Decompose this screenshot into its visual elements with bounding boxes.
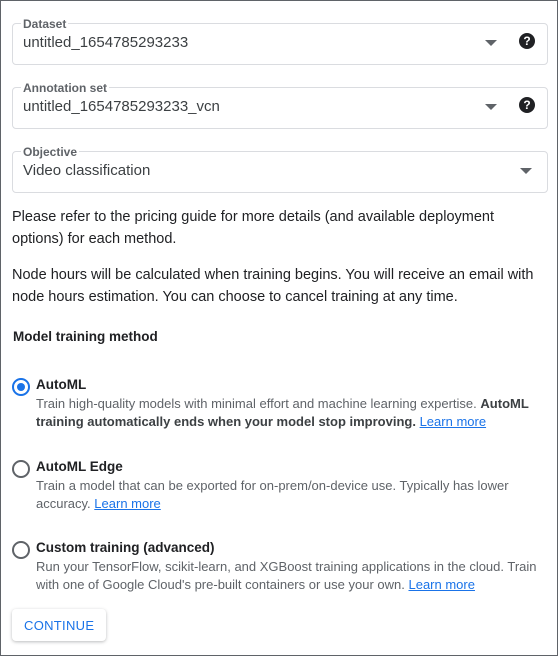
dataset-label: Dataset bbox=[21, 17, 69, 31]
objective-select[interactable]: Objective Video classification bbox=[12, 145, 548, 193]
option-title: Custom training (advanced) bbox=[36, 540, 215, 555]
objective-label: Objective bbox=[21, 145, 80, 159]
radio-automl[interactable] bbox=[12, 378, 30, 396]
option-description: Run your TensorFlow, scikit-learn, and X… bbox=[36, 558, 546, 594]
learn-more-link[interactable]: Learn more bbox=[408, 577, 474, 592]
annotation-set-select[interactable]: Annotation set untitled_1654785293233_vc… bbox=[12, 81, 548, 129]
option-description: Train a model that can be exported for o… bbox=[36, 477, 546, 513]
dataset-select[interactable]: Dataset untitled_1654785293233 bbox=[12, 17, 548, 65]
continue-button[interactable]: CONTINUE bbox=[12, 609, 107, 641]
dataset-value: untitled_1654785293233 bbox=[23, 34, 189, 51]
radio-automl-edge[interactable] bbox=[12, 460, 30, 478]
help-icon[interactable]: ? bbox=[519, 97, 535, 113]
option-description: Train high-quality models with minimal e… bbox=[36, 395, 546, 431]
training-method-title: Model training method bbox=[13, 329, 158, 344]
chevron-down-icon[interactable] bbox=[485, 40, 497, 46]
objective-value: Video classification bbox=[23, 162, 151, 179]
annotation-set-label: Annotation set bbox=[21, 81, 109, 95]
chevron-down-icon[interactable] bbox=[485, 104, 497, 110]
learn-more-link[interactable]: Learn more bbox=[420, 414, 486, 429]
chevron-down-icon[interactable] bbox=[520, 168, 532, 174]
option-title: AutoML Edge bbox=[36, 459, 123, 474]
radio-custom-training[interactable] bbox=[12, 541, 30, 559]
help-icon[interactable]: ? bbox=[519, 33, 535, 49]
option-title: AutoML bbox=[36, 377, 87, 392]
option-desc-text: Train high-quality models with minimal e… bbox=[36, 396, 477, 411]
annotation-set-value: untitled_1654785293233_vcn bbox=[23, 98, 220, 115]
training-form: Dataset untitled_1654785293233 ? Annotat… bbox=[0, 0, 558, 656]
node-hours-note: Node hours will be calculated when train… bbox=[12, 267, 534, 305]
learn-more-link[interactable]: Learn more bbox=[94, 496, 160, 511]
pricing-note: Please refer to the pricing guide for mo… bbox=[12, 209, 494, 247]
